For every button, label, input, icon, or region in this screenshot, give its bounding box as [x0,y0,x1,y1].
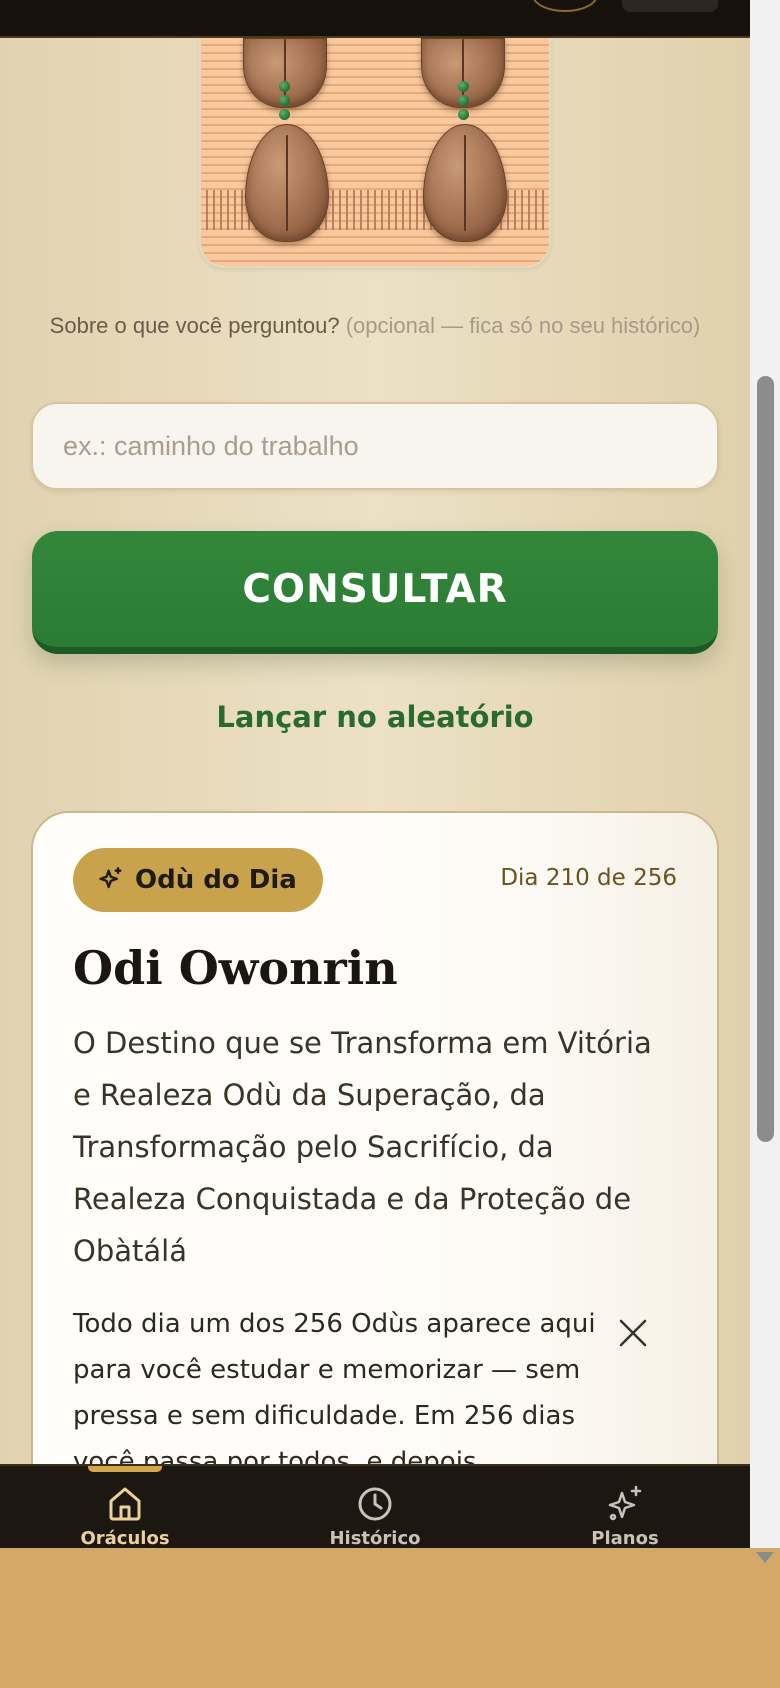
nav-item-historico[interactable]: Histórico [285,1484,465,1548]
opele-board-illustration [199,38,551,268]
question-label: Sobre o que você perguntou? (opcional — … [40,307,710,344]
app-header [0,0,750,38]
bottom-navigation: Oráculos Histórico Planos [0,1464,750,1548]
consult-button-label: CONSULTAR [242,566,508,612]
nav-item-planos[interactable]: Planos [535,1484,715,1548]
odu-intro-text: Todo dia um dos 256 Odùs aparece aqui pa… [73,1309,596,1477]
app-viewport: Sobre o que você perguntou? (opcional — … [0,0,750,1548]
home-icon [109,1487,141,1521]
odu-of-the-day-card: Odù do Dia Dia 210 de 256 Odi Owonrin O … [31,811,719,1548]
day-counter: Dia 210 de 256 [500,865,677,891]
odu-name: Odi Owonrin [73,941,398,995]
active-tab-indicator [88,1466,162,1472]
scroll-down-arrow-icon[interactable] [756,1552,774,1563]
consult-button[interactable]: CONSULTAR [32,531,718,654]
odu-description: O Destino que se Transforma em Vitória e… [73,1026,652,1268]
scrollbar-thumb[interactable] [757,376,774,1142]
opele-seed-icon [423,124,507,242]
nav-item-oraculos[interactable]: Oráculos [35,1484,215,1548]
avatar[interactable] [532,0,598,12]
question-label-text: Sobre o que você perguntou? [49,313,340,338]
clock-icon [358,1487,392,1521]
header-menu-button[interactable] [622,0,718,12]
odu-badge-label: Odù do Dia [135,865,297,895]
nav-label: Oráculos [80,1528,170,1548]
opele-seed-icon [245,124,329,242]
sparkles-icon [99,867,122,889]
chain-beads-icon [279,81,291,123]
odu-badge: Odù do Dia [73,848,323,912]
sparkles-icon [608,1485,642,1521]
question-optional-note: (opcional — fica só no seu histórico) [345,313,701,338]
nav-label: Planos [591,1528,659,1548]
close-icon[interactable] [617,1317,649,1349]
chain-beads-icon [458,81,470,123]
nav-label: Histórico [329,1528,421,1548]
random-cast-link[interactable]: Lançar no aleatório [0,700,750,734]
question-input[interactable] [31,402,719,490]
